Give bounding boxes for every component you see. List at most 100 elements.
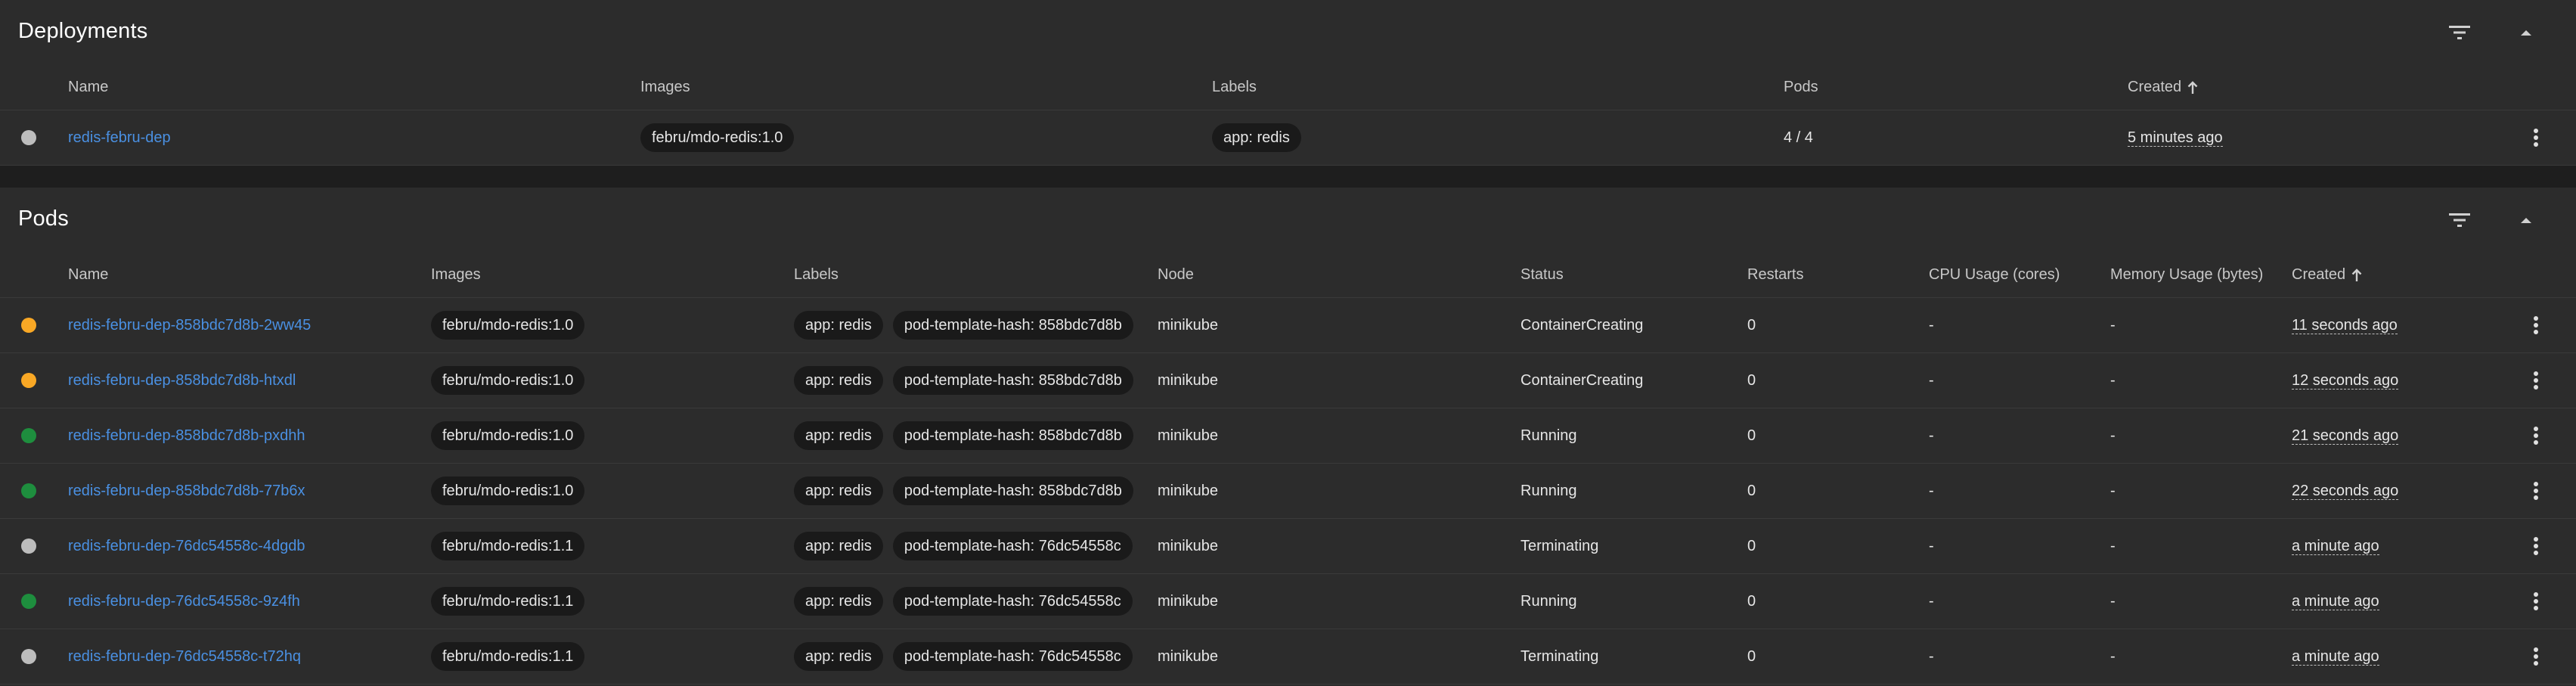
- status-dot-icon: [21, 539, 36, 554]
- table-row: redis-febru-dep-858bdc7d8b-pxdhh febru/m…: [0, 408, 2576, 464]
- cpu-usage: -: [1929, 371, 1934, 389]
- cpu-usage: -: [1929, 647, 1934, 665]
- restarts-count: 0: [1747, 371, 1756, 389]
- deployments-title: Deployments: [18, 19, 148, 43]
- pod-status: Running: [1520, 592, 1577, 610]
- cpu-usage: -: [1929, 592, 1934, 610]
- label-chip: app: redis: [794, 532, 883, 560]
- row-actions-button[interactable]: [2524, 574, 2548, 629]
- created-time[interactable]: 22 seconds ago: [2292, 483, 2399, 500]
- column-header-name[interactable]: Name: [68, 253, 108, 297]
- pod-name-link[interactable]: redis-febru-dep-858bdc7d8b-2ww45: [68, 317, 311, 334]
- cpu-usage: -: [1929, 427, 1934, 444]
- column-header-images: Images: [431, 266, 481, 283]
- status-dot-icon: [21, 483, 36, 498]
- more-vert-icon: [2534, 427, 2538, 445]
- row-actions-button[interactable]: [2524, 519, 2548, 573]
- label-chip: app: redis: [794, 311, 883, 340]
- created-time[interactable]: a minute ago: [2292, 648, 2379, 666]
- deployment-name-link[interactable]: redis-febru-dep: [68, 129, 171, 147]
- chevron-up-icon: [2521, 30, 2531, 36]
- column-header-created[interactable]: Created: [2292, 253, 2362, 297]
- table-row: redis-febru-dep febru/mdo-redis:1.0 app:…: [0, 110, 2576, 166]
- row-actions-button[interactable]: [2524, 298, 2548, 352]
- column-header-pods: Pods: [1784, 79, 1818, 95]
- image-chip: febru/mdo-redis:1.0: [431, 311, 585, 340]
- row-actions-button[interactable]: [2524, 408, 2548, 463]
- memory-usage: -: [2110, 316, 2116, 334]
- restarts-count: 0: [1747, 427, 1756, 444]
- status-dot-icon: [21, 318, 36, 333]
- table-row: redis-febru-dep-76dc54558c-9z4fh febru/m…: [0, 574, 2576, 629]
- status-indicator: [21, 353, 36, 408]
- deployments-column-headers: Name Images Labels Pods Created: [0, 65, 2576, 110]
- row-actions-button[interactable]: [2524, 110, 2548, 165]
- label-chip: app: redis: [794, 642, 883, 671]
- restarts-count: 0: [1747, 592, 1756, 610]
- status-dot-icon: [21, 373, 36, 388]
- deployments-filter-button[interactable]: [2444, 17, 2475, 48]
- pod-status: Running: [1520, 482, 1577, 499]
- status-indicator: [21, 519, 36, 573]
- table-row: redis-febru-dep-858bdc7d8b-2ww45 febru/m…: [0, 298, 2576, 353]
- image-chip: febru/mdo-redis:1.1: [431, 532, 585, 560]
- node-name: minikube: [1158, 537, 1219, 554]
- created-time[interactable]: 5 minutes ago: [2128, 129, 2223, 147]
- cpu-usage: -: [1929, 537, 1934, 554]
- pods-collapse-button[interactable]: [2510, 204, 2542, 236]
- created-time[interactable]: 21 seconds ago: [2292, 427, 2399, 445]
- sort-ascending-icon: [2187, 80, 2198, 95]
- column-header-cpu: CPU Usage (cores): [1929, 266, 2060, 283]
- status-indicator: [21, 110, 36, 165]
- status-indicator: [21, 574, 36, 629]
- more-vert-icon: [2534, 129, 2538, 147]
- restarts-count: 0: [1747, 537, 1756, 554]
- column-header-node[interactable]: Node: [1158, 253, 1194, 297]
- pods-filter-button[interactable]: [2444, 204, 2475, 236]
- image-chip: febru/mdo-redis:1.0: [431, 366, 585, 395]
- row-actions-button[interactable]: [2524, 629, 2548, 684]
- column-header-created-label: Created: [2292, 266, 2346, 283]
- created-time[interactable]: a minute ago: [2292, 538, 2379, 555]
- column-header-created[interactable]: Created: [2128, 65, 2198, 110]
- pod-status: Terminating: [1520, 647, 1599, 665]
- column-header-name[interactable]: Name: [68, 65, 108, 110]
- node-name: minikube: [1158, 482, 1219, 499]
- column-header-restarts[interactable]: Restarts: [1747, 253, 1803, 297]
- restarts-count: 0: [1747, 647, 1756, 665]
- pod-status: Terminating: [1520, 537, 1599, 554]
- image-chip: febru/mdo-redis:1.0: [640, 123, 795, 152]
- pod-name-link[interactable]: redis-febru-dep-76dc54558c-t72hq: [68, 648, 301, 666]
- pods-header: Pods: [0, 188, 2576, 253]
- deployments-collapse-button[interactable]: [2510, 17, 2542, 48]
- pod-name-link[interactable]: redis-febru-dep-76dc54558c-4dgdb: [68, 538, 305, 555]
- pod-name-link[interactable]: redis-febru-dep-858bdc7d8b-pxdhh: [68, 427, 305, 445]
- label-chip: pod-template-hash: 76dc54558c: [892, 532, 1133, 560]
- created-time[interactable]: a minute ago: [2292, 593, 2379, 610]
- label-chip: app: redis: [794, 587, 883, 616]
- image-chip: febru/mdo-redis:1.0: [431, 421, 585, 450]
- pod-name-link[interactable]: redis-febru-dep-76dc54558c-9z4fh: [68, 593, 300, 610]
- pod-name-link[interactable]: redis-febru-dep-858bdc7d8b-htxdl: [68, 372, 296, 390]
- column-header-memory: Memory Usage (bytes): [2110, 266, 2264, 283]
- label-chip: pod-template-hash: 76dc54558c: [892, 587, 1133, 616]
- label-chip: pod-template-hash: 858bdc7d8b: [892, 366, 1133, 395]
- pods-card: Pods Name Images Labels Node Status Rest…: [0, 188, 2576, 686]
- image-chip: febru/mdo-redis:1.1: [431, 642, 585, 671]
- created-time[interactable]: 12 seconds ago: [2292, 372, 2399, 390]
- column-header-status[interactable]: Status: [1520, 253, 1564, 297]
- table-row: redis-febru-dep-76dc54558c-t72hq febru/m…: [0, 629, 2576, 684]
- created-time[interactable]: 11 seconds ago: [2292, 317, 2398, 334]
- row-actions-button[interactable]: [2524, 353, 2548, 408]
- more-vert-icon: [2534, 371, 2538, 390]
- column-header-labels: Labels: [1212, 79, 1257, 95]
- status-dot-icon: [21, 428, 36, 443]
- more-vert-icon: [2534, 537, 2538, 555]
- cpu-usage: -: [1929, 482, 1934, 499]
- deployments-card: Deployments Name Images Labels Pods Crea…: [0, 0, 2576, 166]
- node-name: minikube: [1158, 647, 1219, 665]
- status-indicator: [21, 408, 36, 463]
- row-actions-button[interactable]: [2524, 464, 2548, 518]
- pod-name-link[interactable]: redis-febru-dep-858bdc7d8b-77b6x: [68, 483, 305, 500]
- label-chip: app: redis: [794, 366, 883, 395]
